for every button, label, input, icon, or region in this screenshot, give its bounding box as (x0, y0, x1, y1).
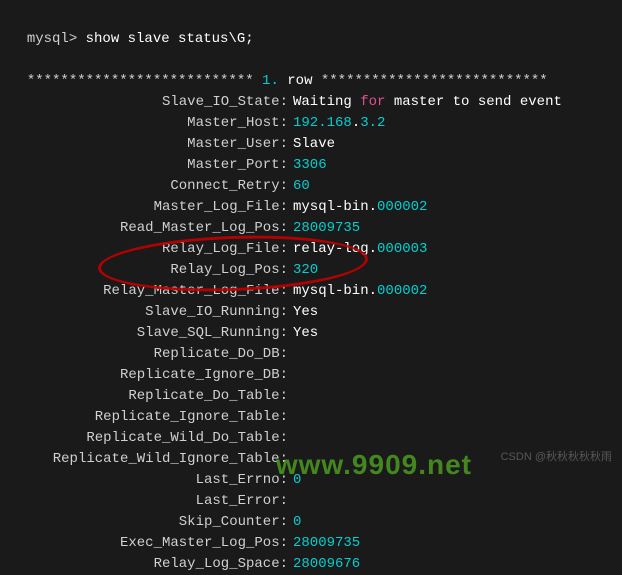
row-header: *************************** 1. row *****… (10, 50, 612, 92)
mysql-prompt-line: mysql> show slave status\G; (10, 8, 612, 50)
csdn-watermark: CSDN @秋秋秋秋秋雨 (501, 449, 612, 466)
status-row: Relay_Log_Space:28009676 (10, 554, 612, 575)
field-value: 192.168.3.2 (288, 113, 385, 134)
field-value: Yes (288, 323, 318, 344)
status-row: Read_Master_Log_Pos:28009735 (10, 218, 612, 239)
field-label: Replicate_Do_Table: (10, 386, 288, 407)
field-label: Master_Port: (10, 155, 288, 176)
field-value (288, 365, 293, 386)
field-value: mysql-bin.000002 (288, 197, 427, 218)
status-row: Replicate_Do_Table: (10, 386, 612, 407)
status-row: Replicate_Ignore_DB: (10, 365, 612, 386)
status-row: Master_User:Slave (10, 134, 612, 155)
field-label: Relay_Log_Pos: (10, 260, 288, 281)
field-label: Relay_Log_File: (10, 239, 288, 260)
field-label: Skip_Counter: (10, 512, 288, 533)
field-value (288, 407, 293, 428)
field-value: relay-log.000003 (288, 239, 427, 260)
field-label: Master_Host: (10, 113, 288, 134)
status-row: Connect_Retry:60 (10, 176, 612, 197)
field-value: 3306 (288, 155, 327, 176)
row-stars2: *************************** (321, 73, 548, 89)
field-value: 320 (288, 260, 318, 281)
field-label: Connect_Retry: (10, 176, 288, 197)
field-label: Relay_Log_Space: (10, 554, 288, 575)
status-row: Relay_Master_Log_File:mysql-bin.000002 (10, 281, 612, 302)
status-row: Master_Port:3306 (10, 155, 612, 176)
field-value: 0 (288, 512, 301, 533)
field-label: Master_User: (10, 134, 288, 155)
status-row: Last_Error: (10, 491, 612, 512)
status-row: Exec_Master_Log_Pos:28009735 (10, 533, 612, 554)
field-label: Replicate_Ignore_DB: (10, 365, 288, 386)
field-label: Master_Log_File: (10, 197, 288, 218)
field-value: Yes (288, 302, 318, 323)
mysql-prompt: mysql> (27, 31, 86, 47)
field-label: Read_Master_Log_Pos: (10, 218, 288, 239)
mysql-command: show slave status\G; (86, 31, 254, 47)
field-label: Replicate_Ignore_Table: (10, 407, 288, 428)
field-label: Replicate_Wild_Ignore_Table: (10, 449, 288, 470)
field-label: Slave_SQL_Running: (10, 323, 288, 344)
status-row: Replicate_Ignore_Table: (10, 407, 612, 428)
field-value (288, 491, 293, 512)
field-label: Replicate_Do_DB: (10, 344, 288, 365)
status-row: Relay_Log_File:relay-log.000003 (10, 239, 612, 260)
field-label: Exec_Master_Log_Pos: (10, 533, 288, 554)
field-label: Slave_IO_State: (10, 92, 288, 113)
field-value: Slave (288, 134, 335, 155)
status-row: Skip_Counter:0 (10, 512, 612, 533)
field-label: Slave_IO_Running: (10, 302, 288, 323)
field-value: 28009735 (288, 533, 360, 554)
row-text: row (287, 73, 321, 89)
field-label: Replicate_Wild_Do_Table: (10, 428, 288, 449)
field-label: Last_Errno: (10, 470, 288, 491)
status-fields: Slave_IO_State:Waiting for master to sen… (10, 92, 612, 575)
field-value: mysql-bin.000002 (288, 281, 427, 302)
field-value (288, 386, 293, 407)
status-row: Relay_Log_Pos:320 (10, 260, 612, 281)
status-row: Slave_IO_State:Waiting for master to sen… (10, 92, 612, 113)
status-row: Slave_SQL_Running:Yes (10, 323, 612, 344)
status-row: Master_Log_File:mysql-bin.000002 (10, 197, 612, 218)
status-row: Replicate_Do_DB: (10, 344, 612, 365)
field-label: Relay_Master_Log_File: (10, 281, 288, 302)
field-value: 28009735 (288, 218, 360, 239)
field-value: 60 (288, 176, 310, 197)
field-value (288, 344, 293, 365)
field-value: Waiting for master to send event (288, 92, 562, 113)
field-label: Last_Error: (10, 491, 288, 512)
row-stars1: *************************** (27, 73, 254, 89)
status-row: Master_Host:192.168.3.2 (10, 113, 612, 134)
status-row: Slave_IO_Running:Yes (10, 302, 612, 323)
row-num: 1. (254, 73, 288, 89)
field-value: 28009676 (288, 554, 360, 575)
site-watermark: www.9909.net (276, 444, 472, 486)
